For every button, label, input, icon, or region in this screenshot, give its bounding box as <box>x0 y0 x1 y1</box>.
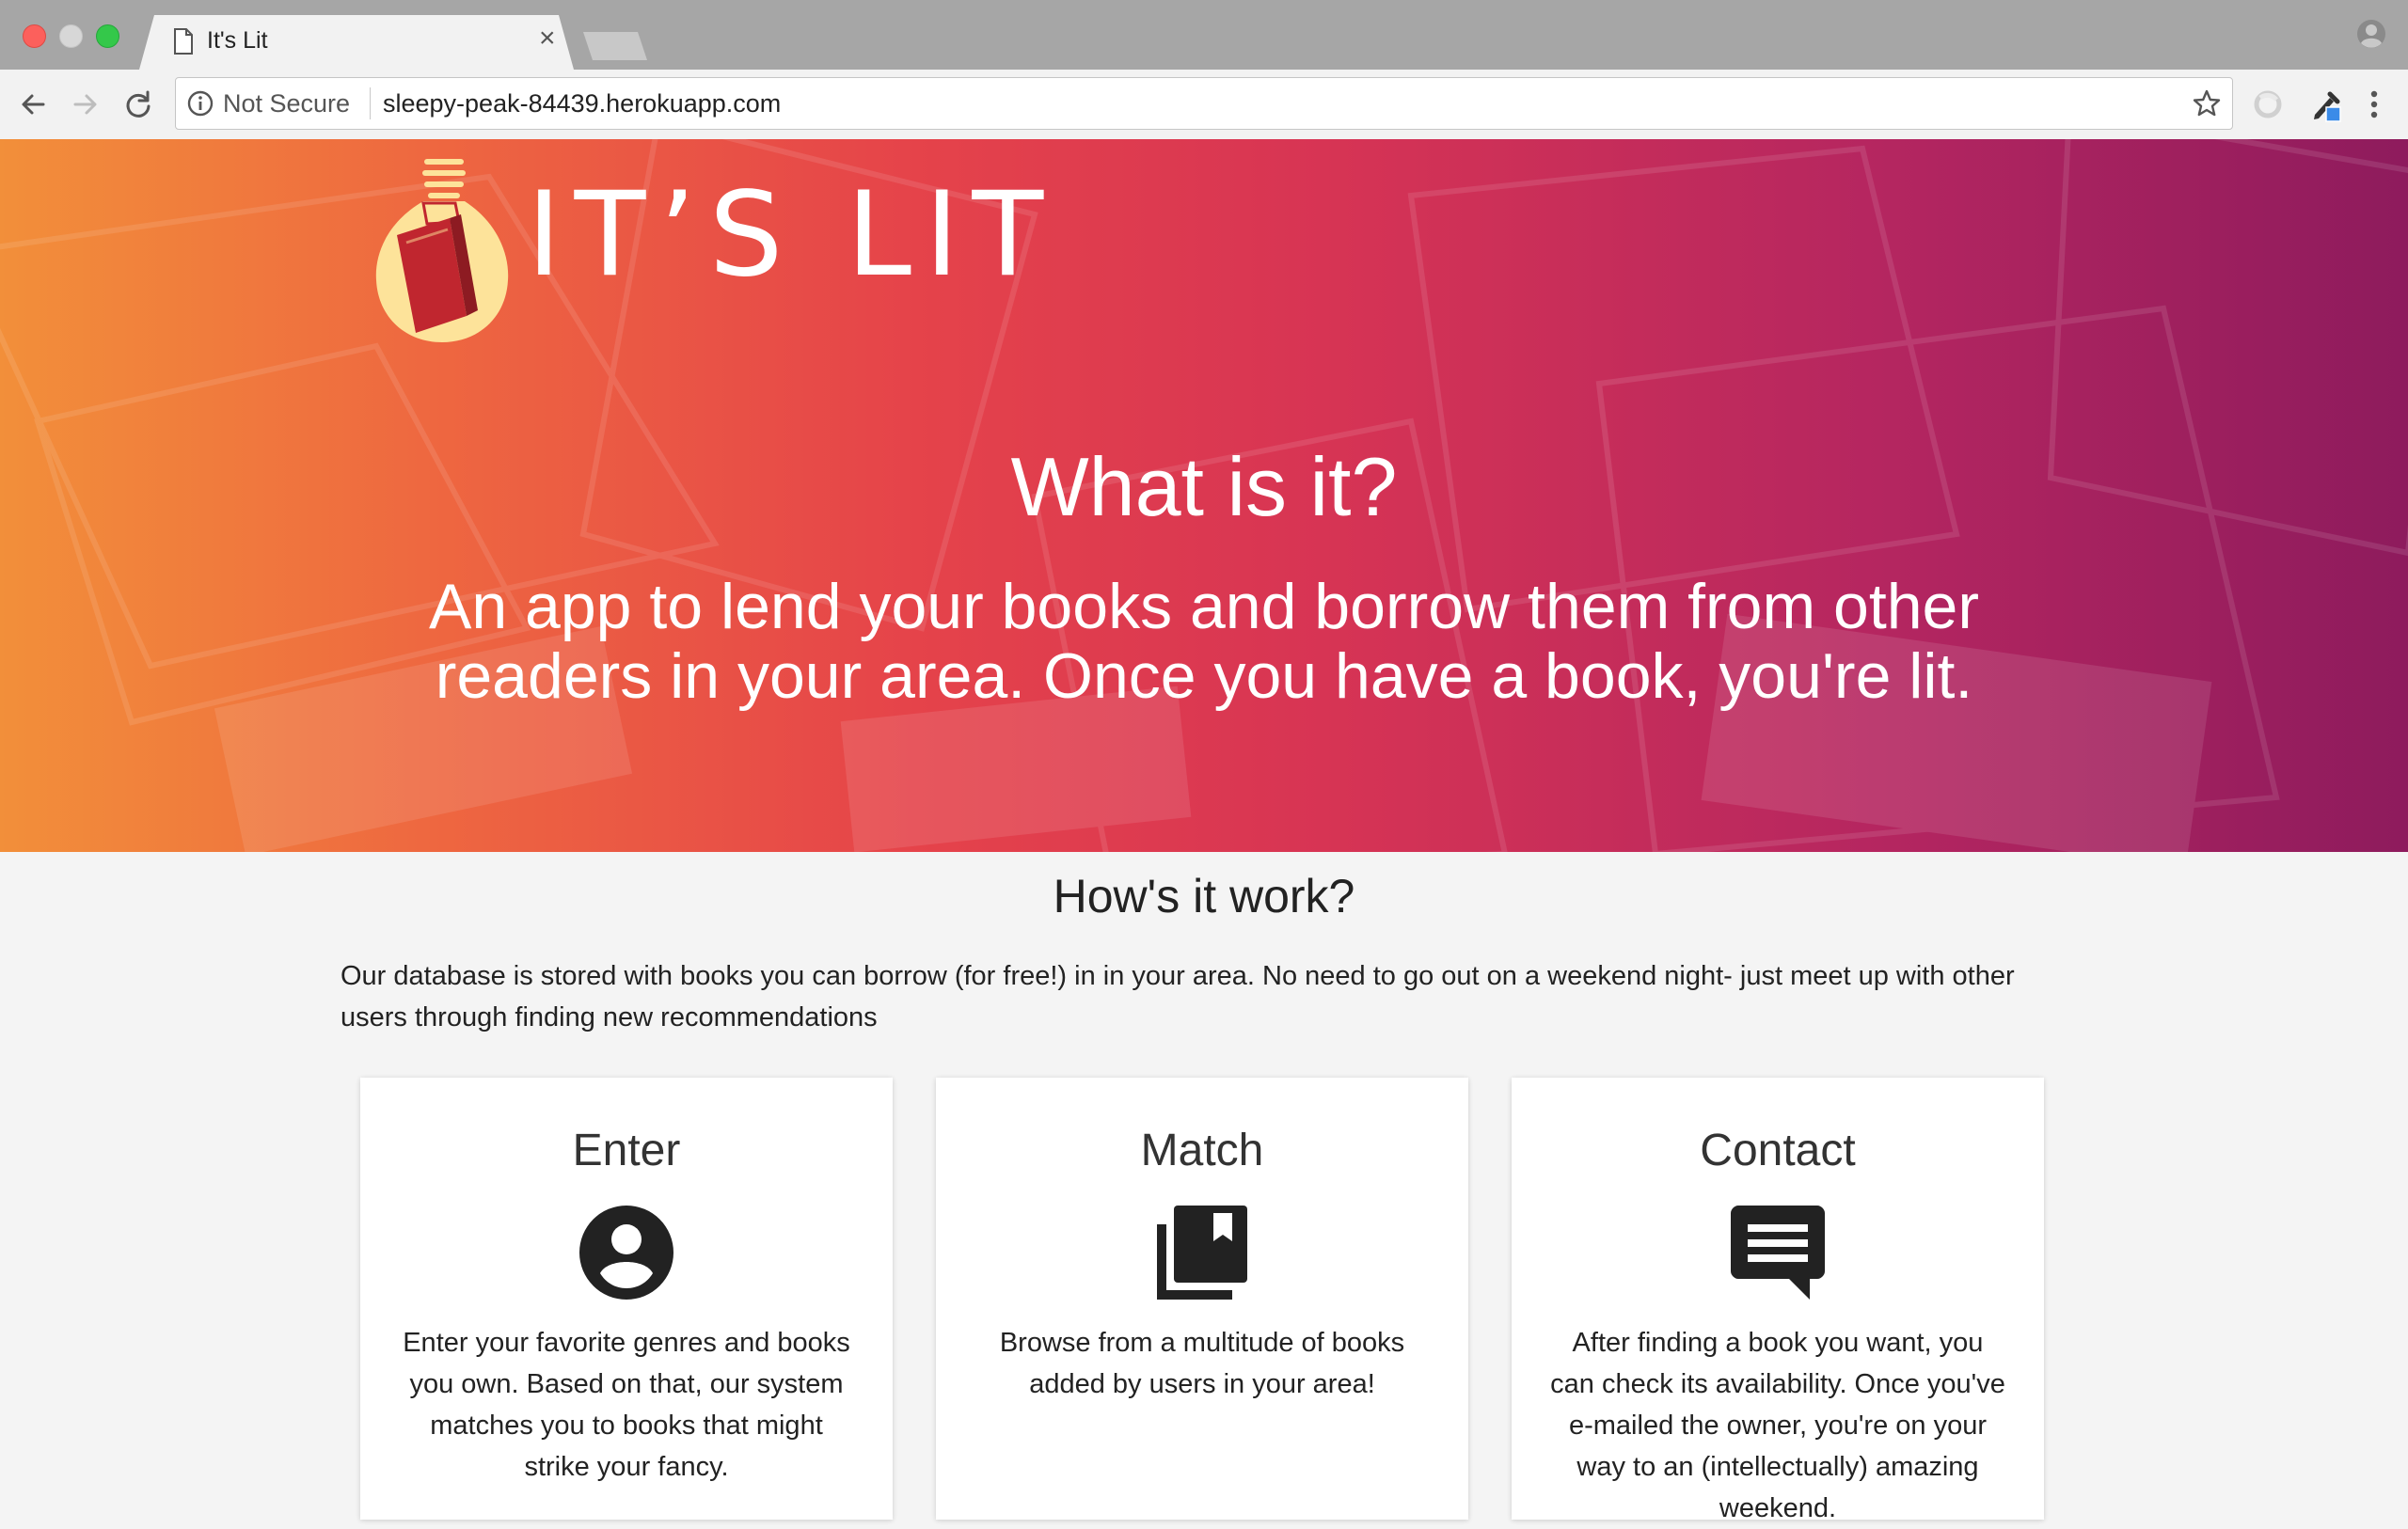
browser-toolbar: Not Secure sleepy-peak-84439.herokuapp.c… <box>0 70 2408 140</box>
logo-wordmark: IT’S LIT <box>527 167 1057 303</box>
how-it-works-description: Our database is stored with books you ca… <box>341 961 2015 1032</box>
extension-icon[interactable] <box>2252 88 2284 120</box>
security-label[interactable]: Not Secure <box>223 89 350 118</box>
info-icon[interactable] <box>187 90 214 117</box>
more-menu-icon[interactable] <box>2365 87 2384 122</box>
reload-icon[interactable] <box>122 88 154 120</box>
card-title: Match <box>1140 1126 1264 1175</box>
page-icon <box>174 28 193 55</box>
chat-message-icon <box>1731 1206 1825 1300</box>
library-books-icon <box>1157 1206 1247 1300</box>
hero-title: What is it? <box>1010 440 1398 533</box>
window-minimize-button[interactable] <box>59 24 83 48</box>
account-circle-icon <box>579 1206 673 1300</box>
card-title: Contact <box>1700 1126 1856 1175</box>
window-zoom-button[interactable] <box>96 24 119 48</box>
eyedropper-extension-icon[interactable] <box>2309 87 2343 122</box>
hero-section: IT’S LIT What is it? An app to lend your… <box>0 139 2408 852</box>
feature-card-match: Match Browse from a multitude of books a… <box>936 1078 1468 1520</box>
profile-icon[interactable] <box>2356 19 2386 49</box>
tab-title: It's Lit <box>207 27 268 54</box>
hero-subtitle: An app to lend your books and borrow the… <box>428 571 1980 712</box>
browser-tab[interactable]: It's Lit × <box>139 15 574 70</box>
back-arrow-icon[interactable] <box>17 88 49 120</box>
browser-tab-bar: It's Lit × <box>0 0 2408 71</box>
forward-arrow-icon[interactable] <box>70 88 102 120</box>
how-it-works-title: How's it work? <box>1053 870 1355 922</box>
bookmark-star-icon[interactable] <box>2191 87 2223 119</box>
tab-close-button[interactable]: × <box>539 24 556 53</box>
card-title: Enter <box>572 1126 681 1175</box>
card-description: After finding a book you want, you can c… <box>1550 1328 2005 1523</box>
new-tab-button[interactable] <box>583 32 647 60</box>
feature-card-enter: Enter Enter your favorite genres and boo… <box>360 1078 893 1520</box>
address-bar[interactable]: Not Secure sleepy-peak-84439.herokuapp.c… <box>175 77 2233 130</box>
lightbulb-book-logo-icon <box>375 159 509 342</box>
card-description: Browse from a multitude of books added b… <box>999 1328 1405 1399</box>
address-divider <box>370 87 371 119</box>
window-close-button[interactable] <box>23 24 46 48</box>
url-text[interactable]: sleepy-peak-84439.herokuapp.com <box>383 89 781 118</box>
feature-card-contact: Contact After finding a book you want, y… <box>1512 1078 2044 1523</box>
card-description: Enter your favorite genres and books you… <box>403 1328 850 1482</box>
